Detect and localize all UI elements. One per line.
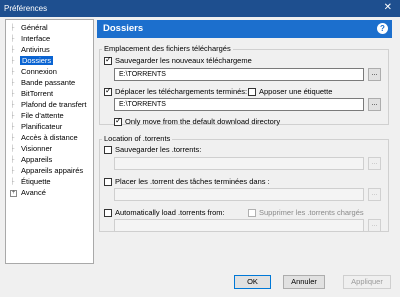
tree-item-label: BitTorrent — [21, 89, 54, 98]
move-path-field[interactable]: E:\TORRENTS — [114, 98, 364, 111]
checkbox-box[interactable] — [104, 55, 112, 65]
save-path-browse-button[interactable]: ... — [368, 68, 381, 81]
completed-torrents-checkbox[interactable]: Placer les .torrent des tâches terminées… — [104, 177, 270, 186]
window-title: Préférences — [4, 4, 48, 13]
checkbox-box[interactable] — [104, 86, 112, 96]
apply-label-checkbox[interactable]: Apposer une étiquette — [248, 87, 332, 96]
tree-branch-icon: ├ — [10, 113, 15, 119]
tree-branch-icon: ├ — [10, 135, 15, 141]
tree-item-label: Bande passante — [21, 78, 76, 87]
tree-item-appareils[interactable]: ├ Appareils — [10, 155, 53, 165]
auto-load-checkbox[interactable]: Automatically load .torrents from: — [104, 208, 225, 217]
save-torrents-browse-button[interactable]: ... — [368, 157, 381, 170]
tree-branch-icon: ├ — [10, 157, 15, 163]
tree-item-label: Planificateur — [21, 122, 63, 131]
tree-item-appareils-appaires[interactable]: ├ Appareils appairés — [10, 166, 84, 176]
save-new-label: Sauvegarder les nouveaux téléchargeme — [115, 56, 252, 65]
tree-branch-icon: ├ — [10, 69, 15, 75]
download-location-legend: Emplacement des fichiers téléchargés — [102, 44, 233, 53]
tree-branch-icon: ├ — [10, 58, 15, 64]
title-bar: Préférences ✕ — [0, 0, 400, 17]
checkbox-box[interactable] — [248, 87, 256, 96]
completed-torrents-label: Placer les .torrent des tâches terminées… — [115, 177, 270, 186]
checkbox-box[interactable] — [104, 208, 112, 217]
tree-item-label: Étiquette — [21, 177, 51, 186]
tree-item-acces-distance[interactable]: ├ Accès à distance — [10, 133, 79, 143]
tree-item-general[interactable]: ├ Général — [10, 23, 49, 33]
tree-item-bande-passante[interactable]: ├ Bande passante — [10, 78, 76, 88]
save-torrents-label: Sauvegarder les .torrents: — [115, 145, 202, 154]
tree-item-label: Plafond de transfert — [21, 100, 87, 109]
preferences-tree[interactable]: ├ Général ├ Interface ├ Antivirus ├ Dossiers… — [5, 19, 94, 264]
section-title: Dossiers — [103, 23, 144, 34]
section-header: Dossiers ? — [97, 20, 392, 38]
checkbox-box[interactable] — [104, 145, 112, 154]
close-icon[interactable]: ✕ — [384, 2, 392, 13]
ok-button[interactable]: OK — [234, 275, 271, 289]
tree-branch-icon: ├ — [10, 25, 15, 31]
tree-branch-icon: ├ — [10, 168, 15, 174]
expand-icon[interactable]: + — [10, 190, 17, 197]
tree-branch-icon: ├ — [10, 47, 15, 53]
tree-item-dossiers[interactable]: ├ Dossiers — [10, 56, 54, 66]
tree-branch-icon: ├ — [10, 102, 15, 108]
tree-item-label: Accès à distance — [21, 133, 78, 142]
tree-branch-icon: ├ — [10, 80, 15, 86]
help-icon[interactable]: ? — [377, 23, 388, 34]
tree-branch-icon: ├ — [10, 179, 15, 185]
move-path-browse-button[interactable]: ... — [368, 98, 381, 111]
save-path-field[interactable]: E:\TORRENTS — [114, 68, 364, 81]
tree-item-label: Général — [21, 23, 48, 32]
move-completed-checkbox[interactable]: Déplacer les téléchargements terminés: — [104, 86, 248, 96]
tree-item-visionner[interactable]: ├ Visionner — [10, 144, 53, 154]
tree-item-etiquette[interactable]: ├ Étiquette — [10, 177, 52, 187]
checkbox-box[interactable] — [104, 177, 112, 186]
completed-torrents-browse-button[interactable]: ... — [368, 188, 381, 201]
apply-label-label: Apposer une étiquette — [259, 87, 333, 96]
tree-item-label: Antivirus — [21, 45, 50, 54]
save-torrents-checkbox[interactable]: Sauvegarder les .torrents: — [104, 145, 201, 154]
tree-item-bittorrent[interactable]: ├ BitTorrent — [10, 89, 54, 99]
tree-item-label: Interface — [21, 34, 51, 43]
delete-loaded-label: Supprimer les .torrents chargés — [259, 208, 364, 217]
tree-item-label: Connexion — [21, 67, 57, 76]
auto-load-path-field[interactable] — [114, 219, 364, 232]
tree-item-label: Avancé — [21, 188, 46, 197]
only-move-default-checkbox[interactable]: Only move from the default download dire… — [114, 116, 281, 126]
tree-branch-icon: ├ — [10, 91, 15, 97]
checkbox-box[interactable] — [248, 208, 256, 217]
tree-item-planificateur[interactable]: ├ Planificateur — [10, 122, 63, 132]
only-move-default-label: Only move from the default download dire… — [125, 117, 281, 126]
tree-branch-icon: ├ — [10, 124, 15, 130]
checkbox-box[interactable] — [114, 116, 122, 126]
tree-branch-icon: ├ — [10, 36, 15, 42]
tree-item-label: Appareils — [21, 155, 53, 164]
tree-item-label: Dossiers — [20, 56, 54, 65]
save-torrents-path-field[interactable] — [114, 157, 364, 170]
completed-torrents-path-field[interactable] — [114, 188, 364, 201]
tree-item-plafond[interactable]: ├ Plafond de transfert — [10, 100, 87, 110]
tree-item-label: Appareils appairés — [21, 166, 84, 175]
tree-item-label: Visionner — [21, 144, 53, 153]
save-new-checkbox[interactable]: Sauvegarder les nouveaux téléchargeme — [104, 55, 252, 65]
move-completed-label: Déplacer les téléchargements terminés: — [115, 87, 248, 96]
cancel-button[interactable]: Annuler — [283, 275, 325, 289]
torrents-location-legend: Location of .torrents — [102, 134, 173, 143]
tree-item-antivirus[interactable]: ├ Antivirus — [10, 45, 51, 55]
auto-load-label: Automatically load .torrents from: — [115, 208, 225, 217]
tree-item-interface[interactable]: ├ Interface — [10, 34, 51, 44]
tree-item-label: File d'attente — [21, 111, 64, 120]
tree-item-file-attente[interactable]: ├ File d'attente — [10, 111, 65, 121]
tree-item-avance[interactable]: + Avancé — [10, 188, 47, 198]
apply-button[interactable]: Appliquer — [343, 275, 391, 289]
tree-branch-icon: ├ — [10, 146, 15, 152]
tree-item-connexion[interactable]: ├ Connexion — [10, 67, 58, 77]
auto-load-browse-button[interactable]: ... — [368, 219, 381, 232]
delete-loaded-checkbox[interactable]: Supprimer les .torrents chargés — [248, 208, 364, 217]
